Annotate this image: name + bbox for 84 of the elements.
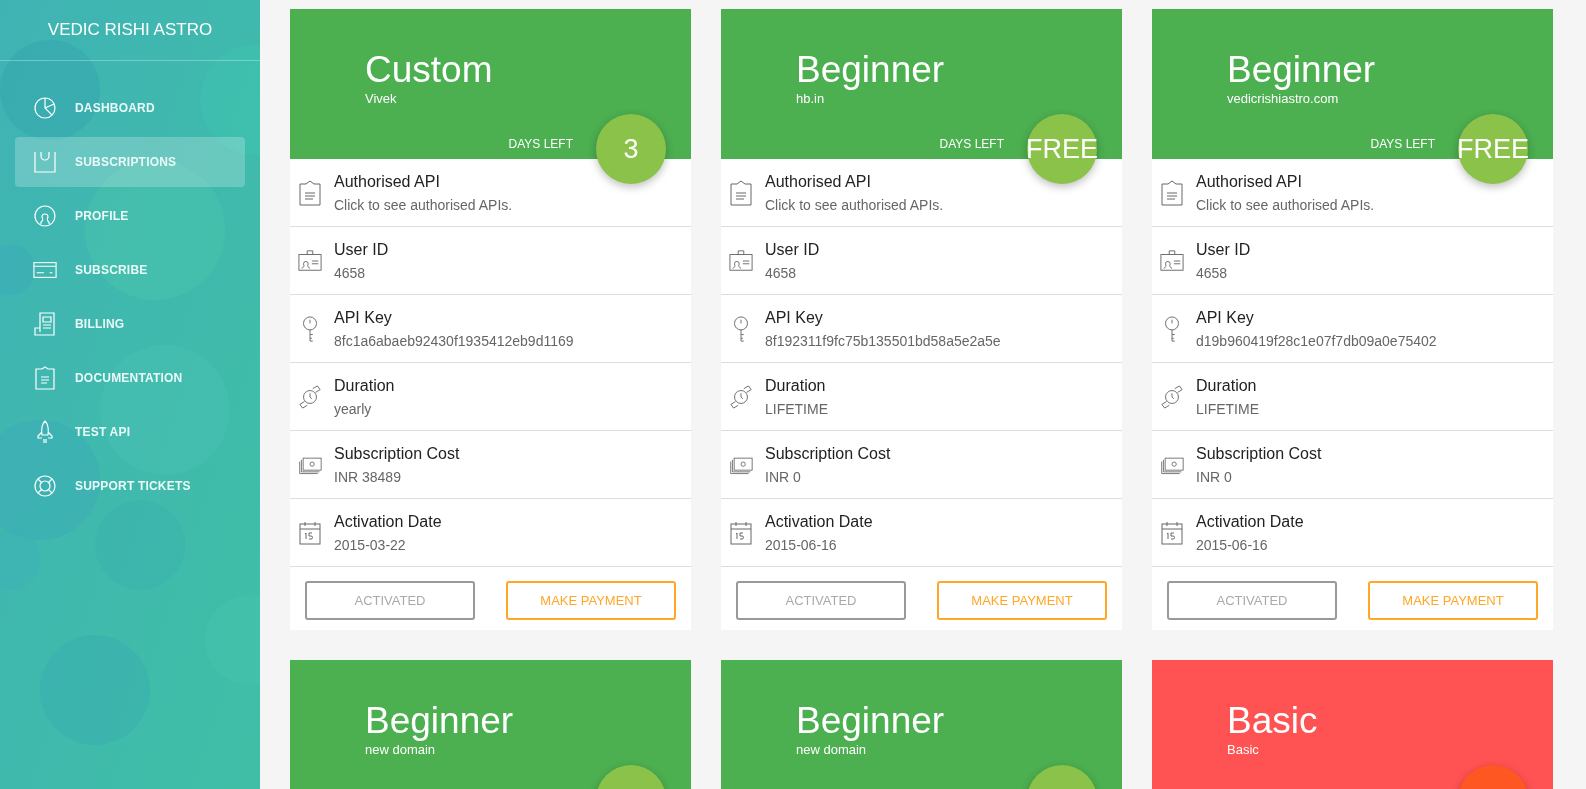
days-left-label: DAYS LEFT (508, 137, 573, 151)
field-value: yearly (334, 400, 373, 417)
plan-title: Basic (1227, 700, 1319, 742)
nav-item[interactable]: DOCUMENTATION (15, 353, 245, 403)
lifebuoy-icon (33, 474, 57, 498)
field-label: Duration (334, 376, 395, 395)
field-value: 8fc1a6abaeb92430f1935412eb9d1169 (334, 332, 574, 349)
field-label: Authorised API (765, 172, 872, 191)
field-value: 4658 (1196, 264, 1229, 281)
plan-title: Beginner (796, 49, 946, 91)
make-payment-button[interactable]: MAKE PAYMENT (937, 581, 1107, 620)
field-value: INR 38489 (334, 468, 402, 485)
brand-title: VEDIC RISHI ASTRO (0, 0, 260, 61)
watch-icon (298, 383, 322, 410)
plan-title: Beginner (796, 700, 946, 742)
field-label: Subscription Cost (334, 444, 460, 463)
field-label: Activation Date (334, 512, 442, 531)
field-value: LIFETIME (1196, 400, 1259, 417)
clipboard-icon (729, 179, 753, 206)
make-payment-button[interactable]: MAKE PAYMENT (1368, 581, 1538, 620)
field-value: 4658 (334, 264, 367, 281)
plan-title: Beginner (1227, 49, 1377, 91)
field-label: API Key (765, 308, 824, 327)
field-label: API Key (334, 308, 393, 327)
id-card-icon (298, 247, 322, 274)
nav-item[interactable]: SUPPORT TICKETS (15, 461, 245, 511)
field-value: LIFETIME (765, 400, 828, 417)
days-left-label: DAYS LEFT (1370, 137, 1435, 151)
field-value: INR 0 (765, 468, 802, 485)
field-label: Duration (765, 376, 827, 395)
field-value: 2015-06-16 (765, 536, 838, 553)
field-value: d19b960419f28c1e07f7db09a0e75402 (1196, 332, 1437, 349)
plan-title: Custom (365, 49, 494, 91)
field-label: Activation Date (765, 512, 873, 531)
nav-item[interactable]: TEST API (15, 407, 245, 457)
watch-icon (1160, 383, 1184, 410)
field-label: API Key (1196, 308, 1255, 327)
calendar-icon (729, 519, 753, 546)
clipboard-icon (298, 179, 322, 206)
field-label: Authorised API (1196, 172, 1303, 191)
calendar-icon (1160, 519, 1184, 546)
days-left-label: DAYS LEFT (939, 137, 1004, 151)
field-label: User ID (1196, 240, 1251, 259)
pie-chart-icon (33, 96, 57, 120)
plan-subtitle: hb.in (796, 91, 826, 106)
plan-subtitle: new domain (796, 742, 868, 757)
field-value: 2015-06-16 (1196, 536, 1269, 553)
user-icon (33, 204, 57, 228)
field-label: Authorised API (334, 172, 441, 191)
nav-item[interactable]: DASHBOARD (15, 83, 245, 133)
nav-item[interactable]: BILLING (15, 299, 245, 349)
clipboard-icon (33, 366, 57, 390)
activated-button[interactable]: ACTIVATED (305, 581, 475, 620)
field-label: Duration (1196, 376, 1258, 395)
field-value[interactable]: Click to see authorised APIs. (765, 196, 944, 213)
field-label: Subscription Cost (765, 444, 891, 463)
plan-title: Beginner (365, 700, 515, 742)
field-value[interactable]: Click to see authorised APIs. (334, 196, 513, 213)
nav-item[interactable]: SUBSCRIPTIONS (15, 137, 245, 187)
field-value: 2015-03-22 (334, 536, 407, 553)
field-value[interactable]: Click to see authorised APIs. (1196, 196, 1375, 213)
plan-subtitle: Vivek (365, 91, 398, 106)
make-payment-button[interactable]: MAKE PAYMENT (506, 581, 676, 620)
clipboard-icon (1160, 179, 1184, 206)
field-label: Activation Date (1196, 512, 1304, 531)
plan-subtitle: Basic (1227, 742, 1260, 757)
field-label: User ID (765, 240, 820, 259)
nav-item[interactable]: SUBSCRIBE (15, 245, 245, 295)
watch-icon (729, 383, 753, 410)
field-label: Subscription Cost (1196, 444, 1322, 463)
field-value: INR 0 (1196, 468, 1233, 485)
field-label: User ID (334, 240, 389, 259)
receipt-icon (33, 312, 57, 336)
id-card-icon (729, 247, 753, 274)
field-value: 4658 (765, 264, 798, 281)
plan-subtitle: new domain (365, 742, 437, 757)
calendar-icon (298, 519, 322, 546)
bag-icon (33, 150, 57, 174)
plan-subtitle: vedicrishiastro.com (1227, 91, 1340, 106)
field-value: 8f192311f9fc75b135501bd58a5e2a5e (765, 332, 1001, 349)
id-card-icon (1160, 247, 1184, 274)
activated-button[interactable]: ACTIVATED (736, 581, 906, 620)
activated-button[interactable]: ACTIVATED (1167, 581, 1337, 620)
nav-item[interactable]: PROFILE (15, 191, 245, 241)
